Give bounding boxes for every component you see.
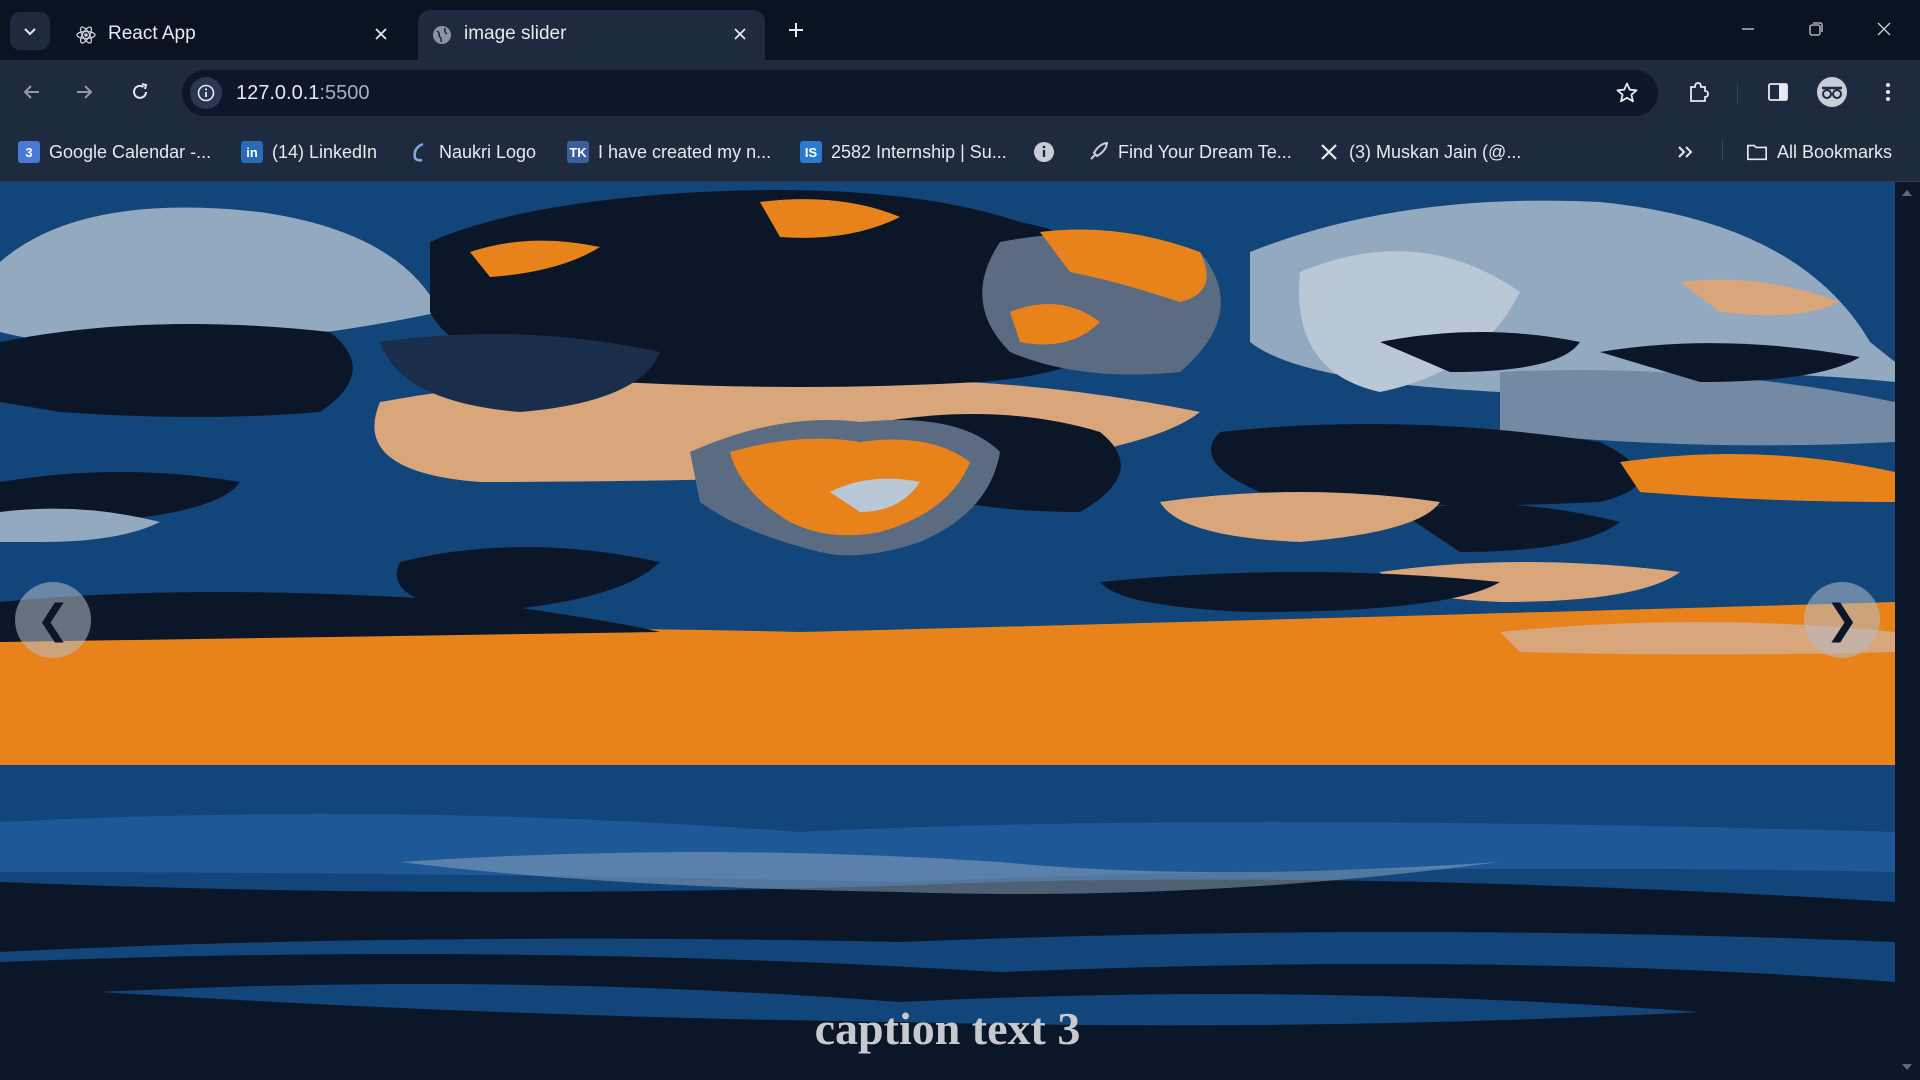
star-icon [1616, 82, 1638, 103]
double-chevron-right-icon [1678, 146, 1693, 158]
back-button[interactable] [14, 74, 50, 110]
react-icon [74, 23, 98, 47]
extensions-button[interactable] [1680, 74, 1716, 110]
side-panel-button[interactable] [1760, 74, 1796, 110]
bookmark-x-profile[interactable]: (3) Muskan Jain (@... [1318, 137, 1521, 167]
folder-icon [1746, 141, 1768, 163]
bookmark-internship[interactable]: IS 2582 Internship | Su... [800, 137, 1007, 167]
close-icon [1877, 22, 1891, 36]
slide-image [0, 182, 1895, 1080]
toolbar: 127.0.0.1:5500 [0, 60, 1920, 125]
chevron-right-icon: ❯ [1825, 597, 1859, 643]
close-icon[interactable] [370, 23, 392, 45]
arrow-right-icon [77, 85, 93, 99]
plus-icon [789, 23, 803, 37]
bookmark-naukri[interactable]: Naukri Logo [408, 137, 536, 167]
vertical-scrollbar[interactable] [1895, 182, 1920, 1080]
tab-react-app[interactable]: React App [62, 10, 406, 60]
bookmark-star-button[interactable] [1614, 80, 1640, 106]
close-icon[interactable] [729, 23, 751, 45]
toolbar-divider [1737, 84, 1738, 104]
scrollbar-thumb[interactable] [1899, 212, 1915, 1040]
tab-title: image slider [464, 23, 567, 44]
bookmark-label: (14) LinkedIn [272, 141, 378, 162]
bookmark-page-icon: TK [567, 141, 589, 163]
calendar-icon: 3 [18, 141, 40, 163]
url-host: 127.0.0.1 [236, 82, 320, 104]
reload-icon [133, 83, 148, 99]
rocket-icon [1087, 141, 1109, 163]
reload-button[interactable] [122, 74, 158, 110]
tab-search-button[interactable] [10, 12, 50, 50]
bookmark-linkedin[interactable]: in (14) LinkedIn [241, 137, 377, 167]
bookmarks-bar: 3 Google Calendar -... in (14) LinkedIn … [0, 125, 1920, 182]
next-slide-button[interactable]: ❯ [1804, 582, 1880, 658]
bookmark-created-my[interactable]: TK I have created my n... [567, 137, 771, 167]
more-bookmarks-button[interactable] [1676, 137, 1694, 167]
bookmark-google-calendar[interactable]: 3 Google Calendar -... [18, 137, 211, 167]
globe-icon [430, 23, 454, 47]
browser-chrome: React App image slider 127.0.0.1:5500 3 … [0, 0, 1920, 182]
info-icon [1033, 141, 1055, 163]
bookmark-label: Find Your Dream Te... [1118, 141, 1292, 162]
profile-button[interactable] [1814, 74, 1850, 110]
bookmark-label: (3) Muskan Jain (@... [1349, 141, 1522, 162]
incognito-avatar-icon [1817, 77, 1847, 107]
bookmark-info[interactable] [1033, 137, 1064, 167]
bookmark-label: Naukri Logo [439, 141, 537, 162]
tab-image-slider[interactable]: image slider [418, 10, 765, 60]
menu-button[interactable] [1870, 74, 1906, 110]
prev-slide-button[interactable]: ❮ [15, 582, 91, 658]
scroll-up-arrow-icon [1902, 190, 1912, 196]
bookmark-find-dream[interactable]: Find Your Dream Te... [1087, 137, 1292, 167]
x-logo-icon [1318, 141, 1340, 163]
kebab-menu-icon [1886, 83, 1890, 101]
minimize-icon [1742, 28, 1754, 30]
bookmark-label: 2582 Internship | Su... [831, 141, 1007, 162]
bookmark-label: Google Calendar -... [49, 141, 212, 162]
tab-title: React App [108, 23, 196, 44]
slide-caption: caption text 3 [814, 1003, 1081, 1054]
side-panel-icon [1768, 83, 1788, 101]
arrow-left-icon [23, 85, 39, 99]
chevron-left-icon: ❮ [36, 597, 70, 643]
site-info-button[interactable] [190, 77, 222, 109]
url-text: 127.0.0.1:5500 [236, 82, 369, 105]
url-port: :5500 [319, 82, 370, 104]
bookmark-label: I have created my n... [598, 141, 772, 162]
tab-strip: React App image slider [0, 0, 1920, 60]
window-close-button[interactable] [1864, 12, 1904, 46]
bookmarks-divider [1722, 140, 1723, 160]
puzzle-icon [1690, 82, 1709, 102]
internshala-icon: IS [800, 141, 822, 163]
scroll-down-arrow-icon [1902, 1064, 1912, 1070]
naukri-icon [408, 141, 430, 163]
address-bar[interactable]: 127.0.0.1:5500 [182, 70, 1658, 116]
chevron-down-icon [24, 28, 36, 36]
restore-icon [1809, 22, 1823, 36]
minimize-button[interactable] [1728, 12, 1768, 46]
new-tab-button[interactable] [780, 14, 812, 46]
all-bookmarks-button[interactable]: All Bookmarks [1746, 137, 1892, 167]
all-bookmarks-label: All Bookmarks [1777, 141, 1893, 162]
page-viewport: ❮ ❯ caption text 3 [0, 182, 1895, 1080]
info-icon [197, 84, 215, 102]
linkedin-icon: in [241, 141, 263, 163]
forward-button[interactable] [66, 74, 102, 110]
restore-button[interactable] [1796, 12, 1836, 46]
